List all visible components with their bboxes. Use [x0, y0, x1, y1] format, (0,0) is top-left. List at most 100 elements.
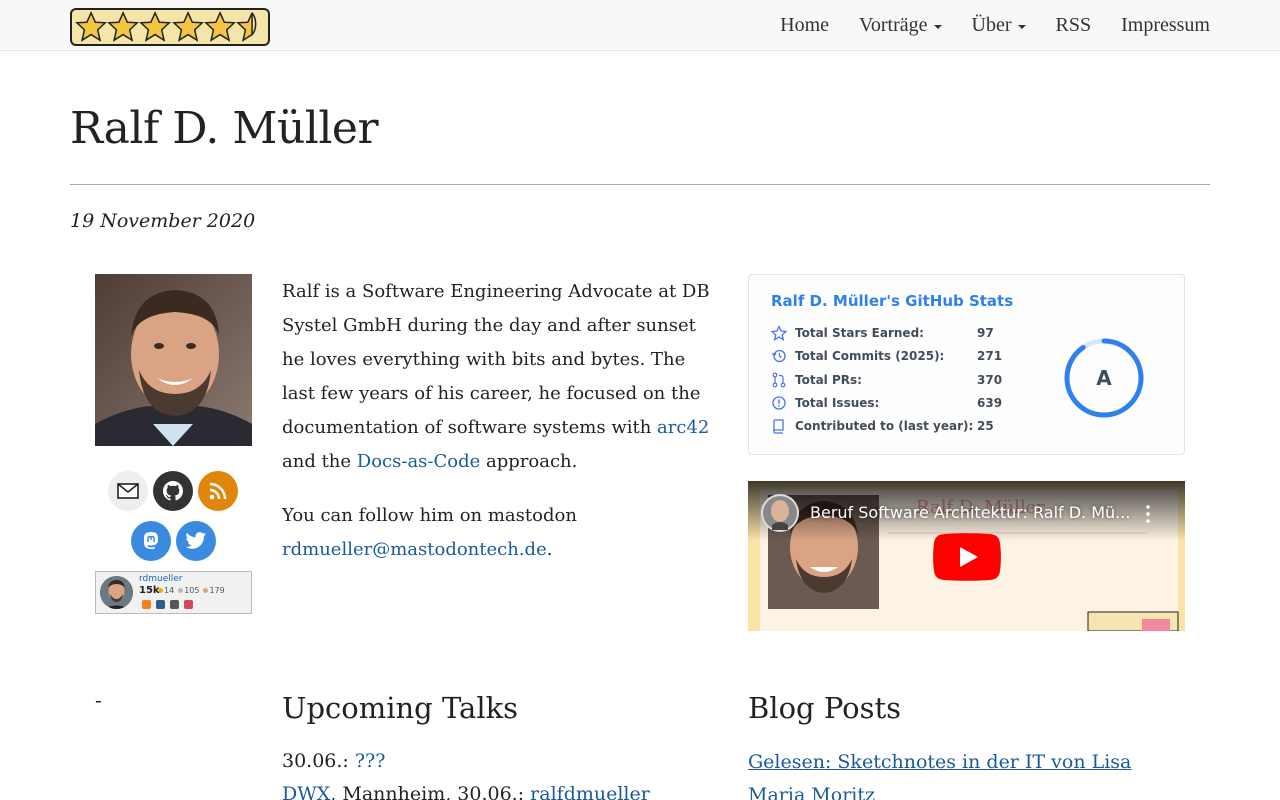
half-star-icon [235, 12, 257, 42]
social-row-bottom [131, 521, 216, 561]
nav-vortraege-label: Vorträge [859, 14, 928, 36]
github-icon[interactable] [153, 471, 193, 511]
talk-item-2: DWX, Mannheim, 30.06.: ralfdmueller [282, 783, 650, 800]
left-dash: - [95, 688, 102, 712]
so-network-icons [142, 600, 193, 609]
stat-row-contributed: Contributed to (last year): 25 [771, 418, 1017, 434]
bio-text-4: You can follow him on mastodon [282, 505, 577, 526]
bio-paragraph-2: You can follow him on mastodon rdmueller@… [282, 499, 722, 567]
bio-text: Ralf is a Software Engineering Advocate … [282, 275, 722, 587]
stat-row-issues: Total Issues: 639 [771, 395, 1017, 411]
nav-rss-label: RSS [1055, 14, 1092, 36]
gold-dot-icon [158, 588, 163, 593]
nav-impressum-label: Impressum [1121, 14, 1210, 36]
stack-icon [142, 600, 151, 609]
nav-impressum[interactable]: Impressum [1121, 14, 1210, 37]
nav-ueber-dropdown[interactable]: Über [972, 14, 1026, 37]
star-icon [75, 10, 108, 42]
navbar: Home Vorträge Über RSS Impressum [0, 0, 1280, 51]
youtube-embed[interactable]: Ralf D. Müller Beruf Software Architektu… [748, 481, 1185, 631]
stat-value: 370 [977, 373, 1003, 387]
talk-link[interactable]: ??? [355, 750, 386, 772]
stat-label: Contributed to (last year): [795, 419, 974, 433]
star-icon [203, 10, 236, 42]
blog-post-link[interactable]: Gelesen: Sketchnotes in der IT von Lisa … [748, 746, 1188, 800]
docs-as-code-link[interactable]: Docs-as-Code [357, 451, 481, 472]
mail-icon[interactable] [108, 471, 148, 511]
history-icon [771, 349, 786, 363]
blog-posts-heading: Blog Posts [748, 691, 902, 725]
silver-dot-icon [178, 588, 184, 593]
dwx-link[interactable]: DWX [282, 783, 330, 800]
stat-label: Total PRs: [795, 373, 862, 387]
stat-label: Total Stars Earned: [795, 326, 924, 340]
so-username: rdmueller [139, 574, 183, 584]
profile-photo [95, 274, 252, 446]
bronze-count: 179 [209, 586, 225, 595]
ralfdmueller-link[interactable]: ralfdmueller [530, 783, 650, 800]
nav-home[interactable]: Home [780, 14, 829, 37]
gold-badge: 14 [158, 586, 174, 595]
gold-count: 14 [164, 586, 175, 595]
silver-count: 105 [184, 586, 200, 595]
rss-icon[interactable] [198, 471, 238, 511]
star-icon [771, 325, 787, 341]
github-stats-card[interactable]: Ralf D. Müller's GitHub Stats Total Star… [748, 274, 1185, 455]
stat-row-prs: Total PRs: 370 [771, 372, 1017, 388]
page-title: Ralf D. Müller [70, 103, 379, 154]
grade-ring: A [1064, 338, 1144, 418]
talk-item-1: 30.06.: ??? [282, 750, 385, 772]
repo-icon [773, 419, 784, 434]
nav-rss[interactable]: RSS [1056, 14, 1092, 37]
silver-badge: 105 [178, 586, 199, 595]
stat-value: 639 [977, 396, 1003, 410]
talk-location: , Mannheim, 30.06.: [330, 783, 531, 800]
nav-home-label: Home [780, 14, 830, 36]
so-badges: 14 105 179 [158, 586, 225, 595]
bronze-badge: 179 [203, 586, 225, 595]
caret-down-icon [1017, 24, 1026, 29]
star-icon [171, 10, 204, 42]
talk-date: 30.06.: [282, 750, 355, 772]
bio-text-3: approach. [480, 451, 578, 472]
stat-value: 97 [977, 326, 994, 340]
github-stats-title: Ralf D. Müller's GitHub Stats [771, 292, 1014, 310]
star-icon [139, 10, 172, 42]
main-nav: Home Vorträge Über RSS Impressum [750, 0, 1210, 51]
grade-text: A [1096, 366, 1112, 390]
issue-icon [772, 396, 786, 410]
so-reputation: 15k [139, 585, 160, 596]
upcoming-talks-heading: Upcoming Talks [282, 691, 519, 725]
ball-icon [184, 600, 193, 609]
nav-ueber-label: Über [971, 14, 1012, 36]
bio-text-5: . [546, 539, 553, 560]
social-row-top [108, 471, 238, 511]
video-title: Beruf Software Architektur: Ralf D. Mü..… [810, 503, 1131, 522]
title-divider [70, 184, 1210, 185]
tools-icon [170, 600, 179, 609]
pull-request-icon [772, 372, 786, 388]
nav-vortraege-dropdown[interactable]: Vorträge [859, 14, 942, 37]
stackoverflow-flair[interactable]: rdmueller 15k 14 105 179 [95, 571, 252, 614]
stat-value: 25 [977, 419, 994, 433]
stat-row-stars: Total Stars Earned: 97 [771, 325, 1017, 341]
twitter-icon[interactable] [176, 521, 216, 561]
site-logo[interactable] [70, 8, 270, 46]
bio-text-1: Ralf is a Software Engineering Advocate … [282, 281, 710, 438]
stat-value: 271 [977, 349, 1003, 363]
stat-row-commits: Total Commits (2025): 271 [771, 348, 1017, 364]
star-icon [107, 10, 140, 42]
caret-down-icon [933, 24, 942, 29]
mastodon-link[interactable]: rdmueller@mastodontech.de [282, 539, 547, 560]
shield-icon [156, 600, 165, 609]
bio-paragraph-1: Ralf is a Software Engineering Advocate … [282, 275, 722, 479]
bio-text-2: and the [282, 451, 357, 472]
stat-label: Total Issues: [795, 396, 880, 410]
stat-label: Total Commits (2025): [795, 349, 945, 363]
mastodon-icon[interactable] [131, 521, 171, 561]
bronze-dot-icon [203, 588, 209, 593]
so-avatar [100, 576, 133, 609]
youtube-play-icon[interactable] [933, 533, 1001, 581]
arc42-link[interactable]: arc42 [657, 417, 709, 438]
post-date: 19 November 2020 [70, 210, 256, 232]
